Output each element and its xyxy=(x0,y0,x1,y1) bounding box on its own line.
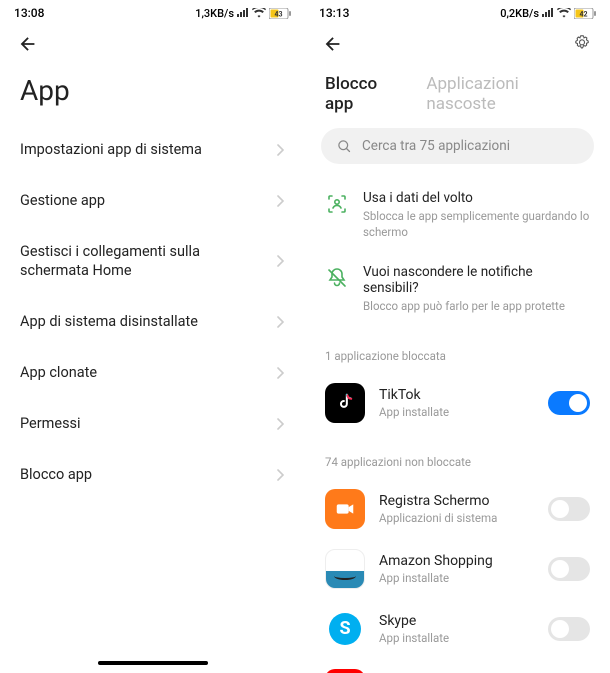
nav-pill[interactable] xyxy=(98,661,208,665)
status-speed: 1,3KB/s xyxy=(195,7,234,20)
settings-item-app-lock[interactable]: Blocco app xyxy=(0,450,305,501)
status-time: 13:13 xyxy=(319,6,349,20)
settings-item-label: Impostazioni app di sistema xyxy=(20,141,202,160)
settings-item-label: Gestione app xyxy=(20,192,105,211)
app-icon-youtube xyxy=(325,669,365,673)
status-bar: 13:08 1,3KB/s 43 xyxy=(0,0,305,22)
header xyxy=(305,22,610,60)
app-row-youtube: YouTube xyxy=(305,659,610,673)
wifi-icon xyxy=(557,8,571,18)
feature-subtitle: Blocco app può farlo per le app protette xyxy=(363,299,590,315)
battery-icon: 43 xyxy=(269,8,291,19)
section-header-unlocked: 74 applicazioni non bloccate xyxy=(305,433,610,479)
screen-app-settings: 13:08 1,3KB/s 43 App Impostazioni app di… xyxy=(0,0,305,673)
back-button[interactable] xyxy=(321,32,345,56)
settings-item-homescreen-shortcuts[interactable]: Gestisci i collegamenti sulla schermata … xyxy=(0,227,305,297)
search-placeholder: Cerca tra 75 applicazioni xyxy=(362,138,510,154)
tab-hidden-apps[interactable]: Applicazioni nascoste xyxy=(426,74,590,114)
app-sub: Applicazioni di sistema xyxy=(379,511,534,525)
chevron-right-icon xyxy=(277,466,285,485)
toggle-tiktok[interactable] xyxy=(548,391,590,415)
settings-item-label: App di sistema disinstallate xyxy=(20,313,198,332)
arrow-left-icon xyxy=(17,33,39,55)
tabs: Blocco app Applicazioni nascoste xyxy=(305,60,610,128)
feature-face-unlock[interactable]: Usa i dati del volto Sblocca le app semp… xyxy=(305,178,610,252)
app-row-screen-recorder: Registra Schermo Applicazioni di sistema xyxy=(305,479,610,539)
feature-subtitle: Sblocca le app semplicemente guardando l… xyxy=(363,209,590,240)
settings-item-uninstalled-system-apps[interactable]: App di sistema disinstallate xyxy=(0,297,305,348)
settings-item-label: App clonate xyxy=(20,364,97,383)
settings-list: Impostazioni app di sistema Gestione app… xyxy=(0,125,305,501)
app-icon-screen-recorder xyxy=(325,489,365,529)
app-name: Registra Schermo xyxy=(379,493,534,509)
chevron-right-icon xyxy=(277,415,285,434)
search-input[interactable]: Cerca tra 75 applicazioni xyxy=(321,128,594,164)
header xyxy=(0,22,305,60)
status-speed: 0,2KB/s xyxy=(500,7,539,20)
app-row-skype: S Skype App installate xyxy=(305,599,610,659)
feature-title: Usa i dati del volto xyxy=(363,190,590,206)
wifi-icon xyxy=(252,8,266,18)
feature-title: Vuoi nascondere le notifiche sensibili? xyxy=(363,264,590,296)
settings-item-manage-apps[interactable]: Gestione app xyxy=(0,176,305,227)
toggle-skype[interactable] xyxy=(548,617,590,641)
app-row-amazon: Amazon Shopping App installate xyxy=(305,539,610,599)
app-icon-skype: S xyxy=(325,609,365,649)
app-name: Amazon Shopping xyxy=(379,553,534,569)
settings-item-dual-apps[interactable]: App clonate xyxy=(0,348,305,399)
app-row-tiktok: TikTok App installate xyxy=(305,373,610,433)
battery-icon: 42 xyxy=(574,8,596,19)
svg-text:43: 43 xyxy=(274,10,282,18)
status-time: 13:08 xyxy=(14,6,44,20)
feature-hide-notifications[interactable]: Vuoi nascondere le notifiche sensibili? … xyxy=(305,252,610,327)
arrow-left-icon xyxy=(322,33,344,55)
settings-item-permissions[interactable]: Permessi xyxy=(0,399,305,450)
chevron-right-icon xyxy=(277,141,285,160)
status-indicators: 1,3KB/s 43 xyxy=(195,7,291,20)
app-name: TikTok xyxy=(379,387,534,403)
chevron-right-icon xyxy=(277,252,285,271)
face-icon xyxy=(325,192,349,216)
app-sub: App installate xyxy=(379,405,534,419)
gear-icon xyxy=(572,34,592,54)
search-icon xyxy=(337,139,352,154)
settings-item-label: Blocco app xyxy=(20,466,92,485)
settings-item-label: Gestisci i collegamenti sulla schermata … xyxy=(20,243,260,281)
section-header-locked: 1 applicazione bloccata xyxy=(305,327,610,373)
status-indicators: 0,2KB/s 42 xyxy=(500,7,596,20)
settings-item-label: Permessi xyxy=(20,415,81,434)
chevron-right-icon xyxy=(277,364,285,383)
bell-off-icon xyxy=(325,266,349,290)
app-name: Skype xyxy=(379,613,534,629)
app-sub: App installate xyxy=(379,571,534,585)
status-bar: 13:13 0,2KB/s 42 xyxy=(305,0,610,22)
tab-app-lock[interactable]: Blocco app xyxy=(325,74,408,114)
screen-app-lock: 13:13 0,2KB/s 42 Blocco app Applicazioni… xyxy=(305,0,610,673)
app-sub: App installate xyxy=(379,631,534,645)
signal-icon xyxy=(237,8,249,18)
toggle-amazon[interactable] xyxy=(548,557,590,581)
chevron-right-icon xyxy=(277,313,285,332)
chevron-right-icon xyxy=(277,192,285,211)
settings-item-system-app-settings[interactable]: Impostazioni app di sistema xyxy=(0,125,305,176)
settings-button[interactable] xyxy=(570,32,594,56)
toggle-screen-recorder[interactable] xyxy=(548,497,590,521)
page-title: App xyxy=(0,60,305,125)
svg-text:42: 42 xyxy=(579,10,587,18)
back-button[interactable] xyxy=(16,32,40,56)
app-icon-tiktok xyxy=(325,383,365,423)
signal-icon xyxy=(542,8,554,18)
app-icon-amazon xyxy=(325,549,365,589)
